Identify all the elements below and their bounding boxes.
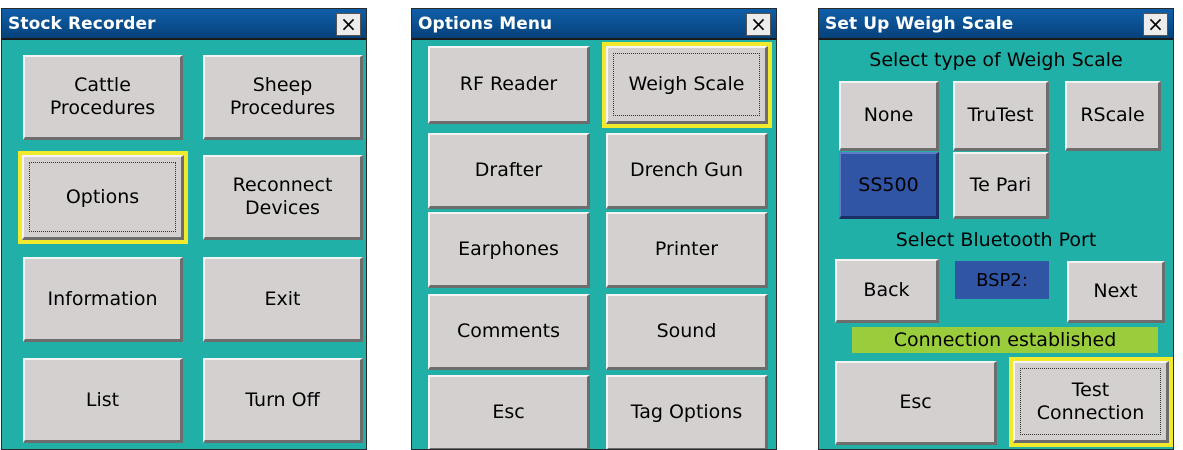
sheep-procedures-button[interactable]: Sheep Procedures [203, 55, 363, 140]
drafter-button[interactable]: Drafter [428, 133, 590, 209]
close-icon[interactable]: × [746, 13, 771, 36]
options-menu-window: Options Menu × RF Reader Weigh Scale Dra… [411, 8, 777, 450]
scale-ss500-button[interactable]: SS500 [839, 152, 939, 219]
test-connection-button[interactable]: Test Connection [1009, 357, 1173, 447]
information-button[interactable]: Information [23, 257, 183, 342]
drench-gun-button[interactable]: Drench Gun [606, 133, 768, 209]
scale-type-heading: Select type of Weigh Scale [869, 49, 1123, 71]
cattle-procedures-button[interactable]: Cattle Procedures [23, 55, 183, 140]
tag-options-button[interactable]: Tag Options [606, 375, 768, 449]
connection-status: Connection established [852, 327, 1158, 353]
bluetooth-port-value: BSP2: [955, 261, 1049, 299]
window-title: Set Up Weigh Scale [819, 9, 1173, 40]
weigh-scale-setup-window: Set Up Weigh Scale × Select type of Weig… [818, 8, 1174, 450]
bluetooth-port-heading: Select Bluetooth Port [895, 229, 1097, 251]
window-title: Stock Recorder [2, 9, 366, 40]
close-icon[interactable]: × [1143, 13, 1168, 36]
options-button[interactable]: Options [18, 151, 188, 244]
esc-button[interactable]: Esc [428, 375, 590, 449]
rf-reader-button[interactable]: RF Reader [428, 46, 590, 124]
scale-trutest-button[interactable]: TruTest [953, 81, 1049, 151]
stock-recorder-window: Stock Recorder × Cattle Procedures Sheep… [1, 8, 367, 450]
reconnect-devices-button[interactable]: Reconnect Devices [203, 155, 363, 240]
next-button[interactable]: Next [1067, 261, 1165, 323]
scale-rscale-button[interactable]: RScale [1065, 81, 1161, 151]
back-button[interactable]: Back [835, 259, 939, 323]
turn-off-button[interactable]: Turn Off [203, 358, 363, 443]
printer-button[interactable]: Printer [606, 212, 768, 288]
window-title: Options Menu [412, 9, 776, 40]
comments-button[interactable]: Comments [428, 294, 590, 370]
scale-te-pari-button[interactable]: Te Pari [953, 152, 1049, 219]
close-icon[interactable]: × [336, 13, 361, 36]
esc-button[interactable]: Esc [835, 361, 997, 445]
weigh-scale-button[interactable]: Weigh Scale [602, 42, 772, 128]
sound-button[interactable]: Sound [606, 294, 768, 370]
exit-button[interactable]: Exit [203, 257, 363, 342]
scale-none-button[interactable]: None [839, 81, 939, 151]
list-button[interactable]: List [23, 358, 183, 443]
earphones-button[interactable]: Earphones [428, 212, 590, 288]
